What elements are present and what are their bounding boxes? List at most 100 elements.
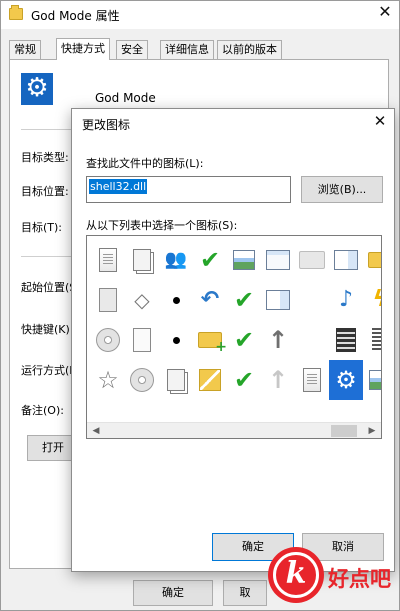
icon-cell[interactable] — [159, 320, 193, 360]
icon-cell[interactable] — [261, 240, 295, 280]
gear-icon: ⚙ — [335, 366, 357, 394]
icon-cell[interactable]: ↑ — [261, 360, 295, 400]
watermark-logo: k 好点吧 — [268, 545, 400, 611]
window-copy-icon — [133, 249, 151, 271]
icon-cell[interactable] — [295, 360, 329, 400]
icon-cell[interactable]: 👥 — [159, 240, 193, 280]
dialog-title-bar[interactable]: 更改图标 ✕ — [72, 109, 394, 137]
multi-folder-icon — [199, 369, 221, 391]
watermark-badge-icon: k — [268, 547, 324, 603]
icon-cell[interactable]: ✔ — [227, 320, 261, 360]
icon-cell[interactable] — [159, 360, 193, 400]
horizontal-scrollbar[interactable]: ◀ ▶ — [87, 422, 381, 438]
blank-icon — [299, 327, 325, 353]
blank-icon — [299, 287, 325, 313]
cancel-button[interactable]: 取 — [223, 580, 267, 606]
shortcut-name: God Mode — [95, 91, 156, 105]
dot-icon — [172, 296, 180, 304]
icon-cell[interactable]: ✔ — [227, 280, 261, 320]
icon-cell[interactable] — [295, 280, 329, 320]
green-check-icon: ✔ — [199, 246, 221, 274]
folder-arrow-icon — [368, 252, 381, 268]
icon-cell[interactable] — [329, 320, 363, 360]
icon-cell[interactable] — [295, 240, 329, 280]
watermark-text: 好点吧 — [328, 567, 391, 591]
music-note-icon: ♪ — [338, 287, 354, 312]
icon-cell[interactable]: ♪ — [329, 280, 363, 320]
gear-icon: ⚙ — [21, 73, 53, 105]
icon-cell[interactable] — [363, 240, 381, 280]
star-icon: ☆ — [97, 366, 119, 394]
icon-cell[interactable] — [125, 240, 159, 280]
lightning-icon: ϟ — [367, 287, 381, 313]
document-icon — [303, 368, 321, 392]
icon-grid: 👥 ✔ ◇ ↶ ✔ ♪ ϟ ✔ ↑ — [91, 240, 381, 400]
icon-cell[interactable]: ↶ — [193, 280, 227, 320]
blank-document-icon — [133, 328, 151, 352]
icon-cell[interactable] — [91, 320, 125, 360]
icon-cell[interactable] — [91, 280, 125, 320]
green-check-icon: ✔ — [233, 286, 255, 314]
icon-cell[interactable] — [261, 280, 295, 320]
dot-icon — [172, 336, 180, 344]
scroll-left-icon[interactable]: ◀ — [89, 424, 103, 438]
chart-window-icon — [266, 290, 290, 310]
image-window-icon — [334, 250, 358, 270]
scroll-right-icon[interactable]: ▶ — [365, 424, 379, 438]
document-icon — [99, 248, 117, 272]
window-title: God Mode 属性 — [31, 9, 120, 23]
shortcut-key-label: 快捷键(K): — [21, 323, 74, 336]
icon-cell[interactable] — [363, 320, 381, 360]
icon-cell[interactable]: ϟ — [363, 280, 381, 320]
icon-cell[interactable] — [91, 240, 125, 280]
icon-cell[interactable]: ◇ — [125, 280, 159, 320]
tab-details[interactable]: 详细信息 — [160, 40, 214, 60]
folder-icon — [9, 5, 23, 20]
copy-check-icon — [167, 369, 185, 391]
film-icon — [336, 328, 356, 352]
icon-cell[interactable] — [125, 320, 159, 360]
cd-icon — [130, 368, 154, 392]
close-icon[interactable]: ✕ — [368, 110, 392, 134]
path-value: shell32.dll — [89, 179, 148, 194]
path-input[interactable]: shell32.dll — [86, 176, 291, 203]
tab-security[interactable]: 安全 — [116, 40, 148, 60]
icon-cell[interactable]: ✔ — [193, 240, 227, 280]
ok-button[interactable]: 确定 — [133, 580, 213, 606]
start-in-label: 起始位置(S — [21, 281, 77, 294]
icon-cell[interactable]: ✔ — [227, 360, 261, 400]
run-label: 运行方式(R — [21, 364, 77, 377]
tab-previous-versions[interactable]: 以前的版本 — [217, 40, 282, 60]
dialog-title: 更改图标 — [82, 118, 131, 132]
icon-list[interactable]: 👥 ✔ ◇ ↶ ✔ ♪ ϟ ✔ ↑ — [86, 235, 382, 439]
up-arrow-icon: ↑ — [267, 326, 289, 354]
icon-cell[interactable] — [193, 360, 227, 400]
icon-cell[interactable] — [329, 240, 363, 280]
icon-cell[interactable] — [295, 320, 329, 360]
icon-cell-selected[interactable]: ⚙ — [329, 360, 363, 400]
tab-general[interactable]: 常规 — [9, 40, 41, 60]
find-label: 查找此文件中的图标(L): — [86, 157, 204, 170]
icon-cell[interactable] — [125, 360, 159, 400]
icon-cell[interactable]: ☆ — [91, 360, 125, 400]
icon-cell[interactable] — [159, 280, 193, 320]
title-bar[interactable]: God Mode 属性 ✕ — [1, 1, 399, 29]
scroll-thumb[interactable] — [331, 425, 357, 437]
icon-cell[interactable] — [227, 240, 261, 280]
undo-arrow-icon: ↶ — [200, 287, 220, 312]
close-icon[interactable]: ✕ — [371, 1, 399, 27]
icon-list-label: 从以下列表中选择一个图标(S): — [86, 219, 238, 232]
icon-cell[interactable] — [193, 320, 227, 360]
browse-button[interactable]: 浏览(B)... — [301, 176, 383, 203]
comment-label: 备注(O): — [21, 404, 64, 417]
users-icon: 👥 — [164, 249, 188, 270]
image-icon — [369, 370, 381, 390]
target-location-label: 目标位置: — [21, 185, 69, 198]
icon-cell[interactable] — [363, 360, 381, 400]
users-check-icon: ✔ — [233, 326, 255, 354]
icon-cell[interactable]: ↑ — [261, 320, 295, 360]
target-label: 目标(T): — [21, 221, 63, 234]
change-icon-dialog: 更改图标 ✕ 查找此文件中的图标(L): shell32.dll 浏览(B)..… — [71, 108, 395, 572]
tab-shortcut[interactable]: 快捷方式 — [56, 38, 110, 60]
list-icon — [372, 328, 381, 352]
